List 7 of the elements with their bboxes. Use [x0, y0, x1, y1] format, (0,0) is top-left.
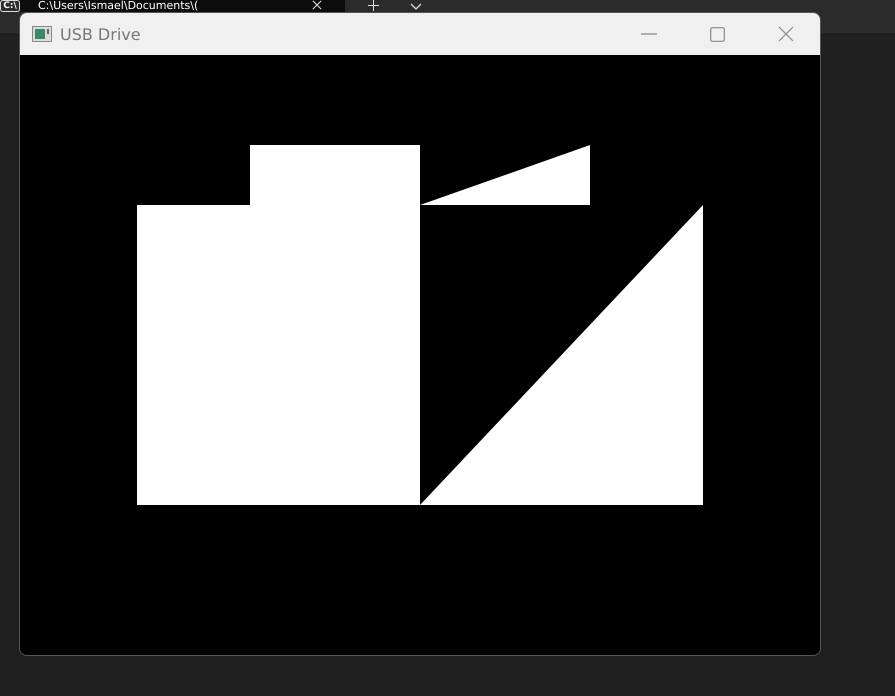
plus-icon[interactable]	[368, 0, 379, 11]
app-icon	[32, 26, 52, 42]
window-title: USB Drive	[60, 24, 141, 44]
maximize-icon[interactable]	[710, 26, 725, 42]
terminal-tab[interactable]: C:\Users\Ismael\Documents\(	[20, 0, 345, 12]
tab-title: C:\Users\Ismael\Documents\(	[38, 0, 200, 12]
chevron-down-icon[interactable]	[410, 3, 422, 11]
